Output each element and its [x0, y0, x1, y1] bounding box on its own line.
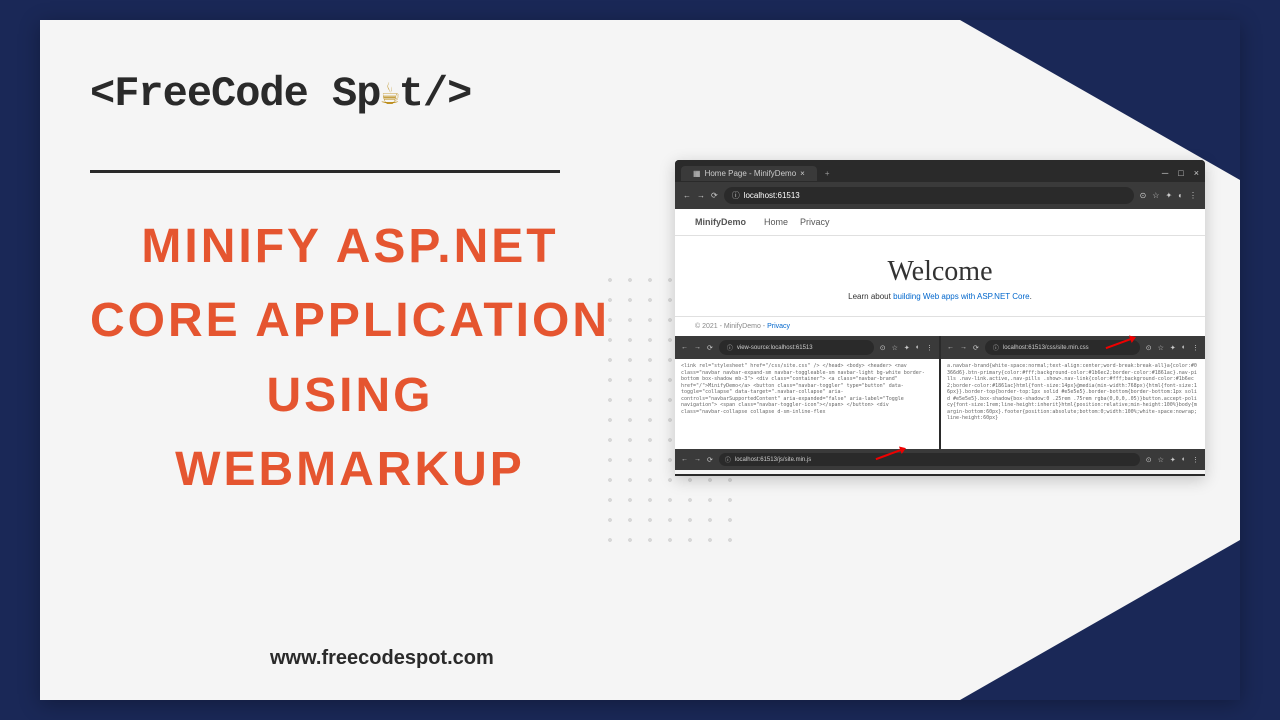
- reload-icon[interactable]: ⟳: [707, 344, 713, 352]
- main-canvas: <FreeCode Sp☕t/> MINIFY ASP.NET CORE APP…: [40, 20, 1240, 700]
- profile-icon[interactable]: ◐: [1182, 456, 1186, 463]
- forward-icon[interactable]: →: [694, 456, 701, 463]
- info-icon: ⓘ: [993, 343, 999, 352]
- menu-icon[interactable]: ⋮: [1189, 191, 1197, 200]
- toolbar-icons: ⊙ ☆ ✦ ◐ ⋮: [1140, 191, 1197, 200]
- profile-icon[interactable]: ◐: [916, 344, 920, 351]
- minified-css-view: a.navbar-brand{white-space:normal;text-a…: [941, 359, 1205, 449]
- panel-left-url[interactable]: ⓘ view-source:localhost:61513: [719, 340, 874, 355]
- forward-icon[interactable]: →: [697, 191, 705, 200]
- welcome-text: Learn about building Web apps with ASP.N…: [675, 292, 1205, 301]
- panel-left-url-text: view-source:localhost:61513: [737, 345, 813, 351]
- star-icon[interactable]: ☆: [1158, 456, 1164, 464]
- forward-icon[interactable]: →: [960, 344, 967, 351]
- panel-left-addressbar: ← → ⟳ ⓘ view-source:localhost:61513 ⊙ ☆ …: [675, 336, 939, 359]
- search-icon[interactable]: ⊙: [1146, 344, 1152, 352]
- site-nav: MinifyDemo Home Privacy: [675, 209, 1205, 236]
- coffee-cup-icon: ☕: [380, 74, 398, 114]
- decoration-triangle-top: [960, 20, 1240, 180]
- forward-icon[interactable]: →: [694, 344, 701, 351]
- star-icon[interactable]: ☆: [1152, 191, 1159, 200]
- search-icon[interactable]: ⊙: [880, 344, 886, 352]
- url-input[interactable]: ⓘ localhost:61513: [724, 187, 1134, 204]
- welcome-link[interactable]: building Web apps with ASP.NET Core: [893, 292, 1030, 301]
- panel-right-addressbar: ← → ⟳ ⓘ localhost:61513/css/site.min.css…: [941, 336, 1205, 359]
- search-icon[interactable]: ⊙: [1146, 456, 1152, 464]
- star-icon[interactable]: ☆: [892, 344, 898, 352]
- logo-text-before: <FreeCode Sp: [90, 70, 380, 118]
- screenshot-underline: [675, 474, 1205, 476]
- minimize-icon[interactable]: ─: [1162, 168, 1168, 178]
- tab-title: Home Page - MinifyDemo: [705, 169, 797, 178]
- footer-url: www.freecodespot.com: [270, 647, 494, 670]
- site-footer: © 2021 - MinifyDemo - Privacy: [675, 316, 1205, 336]
- bottom-url[interactable]: ⓘ localhost:61513/js/site.min.js: [719, 453, 1140, 466]
- profile-icon[interactable]: ◐: [1178, 191, 1183, 200]
- bottom-url-text: localhost:61513/js/site.min.js: [735, 457, 811, 463]
- extension-icon[interactable]: ✦: [1170, 344, 1176, 352]
- welcome-section: Welcome Learn about building Web apps wi…: [675, 236, 1205, 316]
- maximize-icon[interactable]: □: [1178, 168, 1183, 178]
- new-tab-button[interactable]: +: [825, 169, 830, 178]
- nav-arrows: ← → ⟳: [683, 191, 718, 200]
- star-icon[interactable]: ☆: [1158, 344, 1164, 352]
- copyright: © 2021 - MinifyDemo -: [695, 323, 767, 330]
- site-brand[interactable]: MinifyDemo: [695, 217, 746, 227]
- url-text: localhost:61513: [744, 191, 800, 200]
- info-icon: ⓘ: [732, 190, 740, 201]
- extension-icon[interactable]: ✦: [1165, 191, 1172, 200]
- tab-favicon-icon: ▦: [693, 169, 701, 178]
- extension-icon[interactable]: ✦: [1170, 456, 1176, 464]
- bottom-addressbar: ← → ⟳ ⓘ localhost:61513/js/site.min.js ⊙…: [675, 449, 1205, 470]
- footer-privacy-link[interactable]: Privacy: [767, 323, 790, 330]
- page-content: MinifyDemo Home Privacy Welcome Learn ab…: [675, 209, 1205, 336]
- window-controls: ─ □ ×: [1162, 168, 1199, 178]
- menu-icon[interactable]: ⋮: [1192, 344, 1199, 352]
- back-icon[interactable]: ←: [681, 344, 688, 351]
- back-icon[interactable]: ←: [683, 191, 691, 200]
- back-icon[interactable]: ←: [681, 456, 688, 463]
- menu-icon[interactable]: ⋮: [926, 344, 933, 352]
- reload-icon[interactable]: ⟳: [973, 344, 979, 352]
- panel-view-source: ← → ⟳ ⓘ view-source:localhost:61513 ⊙ ☆ …: [675, 336, 939, 449]
- info-icon: ⓘ: [727, 343, 733, 352]
- profile-icon[interactable]: ◐: [1182, 344, 1186, 351]
- menu-icon[interactable]: ⋮: [1192, 456, 1199, 464]
- nav-link-privacy[interactable]: Privacy: [800, 217, 830, 227]
- logo-text-after: t/>: [399, 70, 472, 118]
- nav-link-home[interactable]: Home: [764, 217, 788, 227]
- welcome-heading: Welcome: [675, 256, 1205, 288]
- browser-window-main: ▦ Home Page - MinifyDemo × + ─ □ × ← → ⟳: [675, 160, 1205, 336]
- close-icon[interactable]: ×: [1194, 168, 1199, 178]
- address-bar: ← → ⟳ ⓘ localhost:61513 ⊙ ☆ ✦ ◐ ⋮: [675, 182, 1205, 209]
- screenshot-composite: ▦ Home Page - MinifyDemo × + ─ □ × ← → ⟳: [675, 160, 1205, 476]
- browser-tab[interactable]: ▦ Home Page - MinifyDemo ×: [681, 166, 817, 181]
- info-icon: ⓘ: [725, 455, 731, 464]
- panel-right-url-text: localhost:61513/css/site.min.css: [1003, 345, 1089, 351]
- search-icon[interactable]: ⊙: [1140, 191, 1147, 200]
- panel-css-min: ← → ⟳ ⓘ localhost:61513/css/site.min.css…: [941, 336, 1205, 449]
- welcome-text-before: Learn about: [848, 292, 893, 301]
- logo: <FreeCode Sp☕t/>: [90, 70, 471, 118]
- tab-bar: ▦ Home Page - MinifyDemo × + ─ □ ×: [675, 160, 1205, 182]
- back-icon[interactable]: ←: [947, 344, 954, 351]
- divider-line: [90, 170, 560, 173]
- decoration-triangle-bottom: [960, 540, 1240, 700]
- source-code-view: <link rel="stylesheet" href="/css/site.c…: [675, 359, 939, 449]
- extension-icon[interactable]: ✦: [904, 344, 910, 352]
- reload-icon[interactable]: ⟳: [707, 456, 713, 464]
- dual-panel: ← → ⟳ ⓘ view-source:localhost:61513 ⊙ ☆ …: [675, 336, 1205, 449]
- article-title: MINIFY ASP.NET CORE APPLICATION USING WE…: [90, 210, 610, 508]
- welcome-text-after: .: [1030, 292, 1032, 301]
- tab-close-icon[interactable]: ×: [800, 169, 805, 178]
- reload-icon[interactable]: ⟳: [711, 191, 718, 200]
